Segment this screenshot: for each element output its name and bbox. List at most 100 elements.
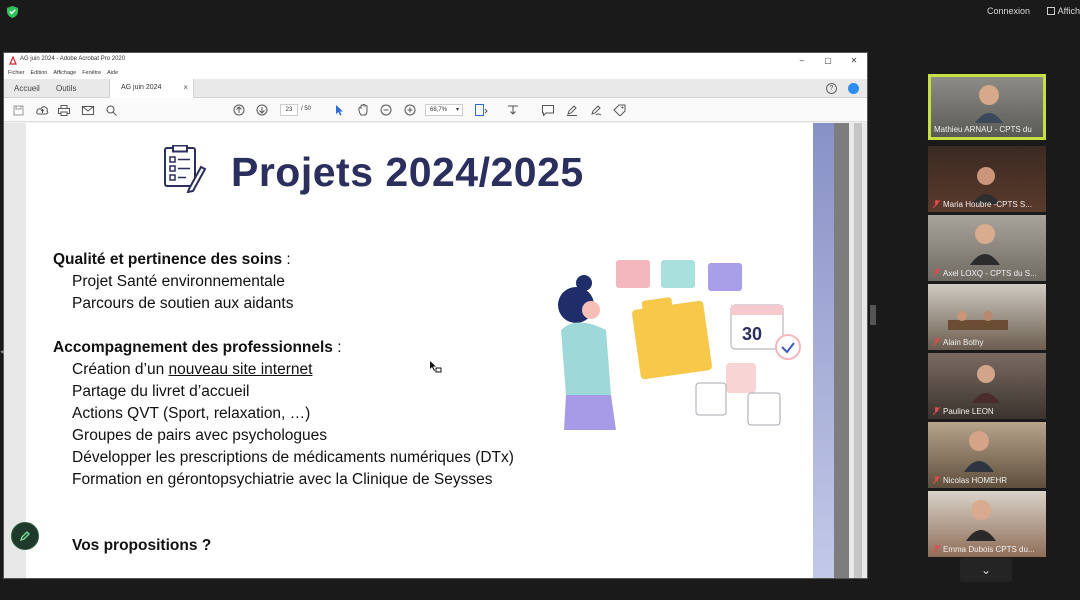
folders-illustration: 30 — [558, 260, 801, 430]
search-icon[interactable] — [104, 103, 118, 117]
participant-tile-active[interactable]: Mathieu ARNAU - CPTS du Sud... — [928, 74, 1046, 140]
list-item-prefix: Création d’un — [72, 361, 169, 378]
collapse-right-handle[interactable] — [870, 305, 876, 325]
close-window-button[interactable]: ✕ — [841, 53, 867, 68]
scroll-mode-icon[interactable] — [506, 103, 520, 117]
account-icon[interactable] — [848, 83, 859, 94]
cloud-upload-icon[interactable] — [35, 103, 49, 117]
tab-document[interactable]: AG juin 2024 × — [109, 79, 194, 98]
participant-name: Pauline LEON — [943, 407, 994, 416]
page-fit-icon[interactable] — [474, 103, 488, 117]
participant-face-icon — [972, 365, 1000, 403]
propositions-heading: Vos propositions ? — [72, 537, 212, 554]
mic-muted-icon — [933, 338, 940, 346]
zoom-level-select[interactable]: 68,7% ▾ — [425, 104, 463, 116]
tab-outils[interactable]: Outils — [56, 84, 76, 93]
menu-aide[interactable]: Aide — [107, 68, 118, 79]
document-area[interactable]: Projets 2024/2025 Qualité et pertinence … — [4, 123, 867, 578]
highlight-pen-icon[interactable] — [565, 103, 579, 117]
comment-icon[interactable] — [541, 103, 555, 117]
participant-name: Maria Houbre -CPTS S... — [943, 200, 1032, 209]
participant-name: Emma Dubois CPTS du... — [943, 545, 1035, 554]
scrollbar-thumb[interactable] — [854, 123, 862, 578]
zoom-top-bar: Connexion Affich — [0, 0, 1080, 24]
participant-face-icon — [964, 431, 994, 472]
pencil-icon — [19, 531, 30, 542]
meeting-room-icon — [948, 311, 1008, 330]
participant-tile[interactable]: Pauline LEON — [928, 353, 1046, 419]
scroll-participants-down-button[interactable]: ⌄ — [960, 558, 1012, 582]
participant-tile[interactable]: Axel LOXQ - CPTS du S... — [928, 215, 1046, 281]
collapse-left-arrow[interactable]: ◂ — [0, 347, 8, 357]
menu-edition[interactable]: Edition — [31, 68, 48, 79]
section-quality: Qualité et pertinence des soins : — [53, 251, 291, 269]
next-page-icon[interactable] — [255, 103, 269, 117]
participant-tile[interactable]: Maria Houbre -CPTS S... — [928, 146, 1046, 212]
print-icon[interactable] — [57, 103, 71, 117]
section-quality-title: Qualité et pertinence des soins — [53, 251, 283, 268]
save-icon[interactable] — [11, 103, 25, 117]
list-item: Création d’un nouveau site internet — [72, 361, 312, 379]
page-number-input[interactable]: 23 — [280, 104, 298, 116]
section-accompaniment-title: Accompagnement des professionnels — [53, 339, 333, 356]
affichage-button[interactable]: Affich — [1046, 6, 1080, 16]
toolbar: 23 / 50 68,7% ▾ — [4, 98, 867, 122]
annotate-pencil-button[interactable] — [11, 522, 39, 550]
previous-page-icon[interactable] — [232, 103, 246, 117]
participant-tile[interactable]: Alain Bothy — [928, 284, 1046, 350]
maximize-button[interactable]: ▢ — [815, 53, 841, 68]
participant-name: Mathieu ARNAU - CPTS du Sud... — [934, 125, 1034, 134]
mic-muted-icon — [933, 200, 940, 208]
minimize-button[interactable]: – — [789, 53, 815, 68]
section-accompaniment: Accompagnement des professionnels : — [53, 339, 342, 357]
website-link[interactable]: nouveau site internet — [169, 361, 313, 378]
list-item: Parcours de soutien aux aidants — [72, 295, 294, 312]
acrobat-window: AG juin 2024 - Adobe Acrobat Pro 2020 – … — [3, 52, 868, 579]
select-cursor-icon[interactable] — [332, 103, 346, 117]
sign-icon[interactable] — [589, 103, 603, 117]
section-quality-colon: : — [282, 251, 291, 268]
tab-document-label: AG juin 2024 — [121, 84, 162, 91]
page-total: / 50 — [301, 106, 312, 112]
hand-tool-icon[interactable] — [356, 103, 370, 117]
slide-page: Projets 2024/2025 Qualité et pertinence … — [26, 123, 813, 578]
help-icon[interactable]: ? — [826, 83, 837, 94]
window-controls: – ▢ ✕ — [789, 53, 867, 68]
participant-name: Axel LOXQ - CPTS du S... — [943, 269, 1037, 278]
mail-icon[interactable] — [81, 103, 95, 117]
menu-bar: Fichier Edition Affichage Fenêtre Aide — [4, 68, 867, 79]
mic-muted-icon — [933, 407, 940, 415]
chevron-down-icon: ▾ — [455, 107, 459, 113]
window-titlebar: AG juin 2024 - Adobe Acrobat Pro 2020 – … — [4, 53, 867, 68]
list-item: Actions QVT (Sport, relaxation, …) — [72, 405, 311, 422]
zoom-meeting-screen: Connexion Affich AG juin 2024 - Adobe Ac… — [0, 0, 1080, 600]
zoom-out-icon[interactable] — [379, 103, 393, 117]
tab-bar: Accueil Outils AG juin 2024 × ? — [4, 79, 867, 98]
mic-muted-icon — [933, 269, 940, 277]
affichage-label: Affich — [1057, 6, 1080, 16]
participant-face-icon — [972, 167, 1000, 204]
section-accompaniment-colon: : — [332, 339, 342, 356]
participant-face-icon — [966, 500, 996, 541]
menu-fenetre[interactable]: Fenêtre — [82, 68, 101, 79]
mic-muted-icon — [933, 545, 940, 553]
participant-face-icon — [975, 85, 1003, 123]
list-item: Formation en gérontopsychiatrie avec la … — [72, 471, 493, 488]
participant-tile[interactable]: Nicolas HOMEHR — [928, 422, 1046, 488]
menu-affichage[interactable]: Affichage — [53, 68, 76, 79]
stamp-icon[interactable] — [612, 103, 626, 117]
participant-name: Alain Bothy — [943, 338, 984, 347]
mouse-pointer-icon — [430, 361, 442, 373]
close-tab-icon[interactable]: × — [183, 83, 188, 92]
zoom-in-icon[interactable] — [403, 103, 417, 117]
list-item: Partage du livret d’accueil — [72, 383, 250, 400]
shield-icon[interactable] — [7, 6, 18, 18]
connexion-label[interactable]: Connexion — [987, 6, 1030, 16]
participant-face-icon — [970, 224, 1000, 265]
tab-accueil[interactable]: Accueil — [14, 84, 40, 93]
zoom-level-value: 68,7% — [430, 107, 448, 113]
view-grid-icon — [1046, 7, 1055, 15]
menu-fichier[interactable]: Fichier — [8, 68, 25, 79]
chevron-down-icon: ⌄ — [980, 563, 992, 577]
participant-tile[interactable]: Emma Dubois CPTS du... — [928, 491, 1046, 557]
